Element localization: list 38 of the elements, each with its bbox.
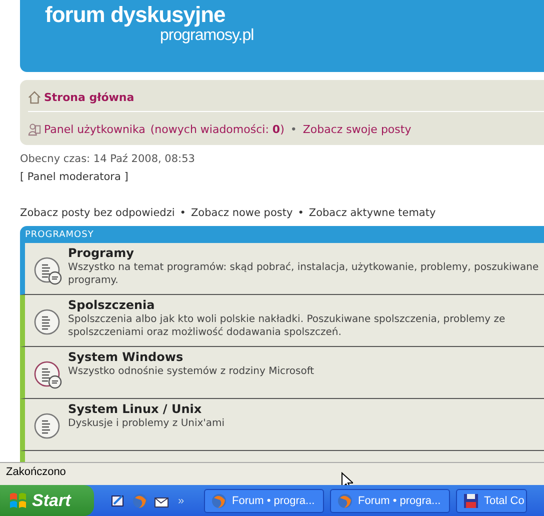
forum-row[interactable]: Programy Wszystko na temat programów: skąd pobrać, instalacja, użytkowanie, problemy, poszukiwane programy.	[20, 243, 544, 295]
forum-description: Wszystko odnośnie systemów z rodziny Microsoft	[68, 365, 316, 378]
quick-link[interactable]: Zobacz aktywne tematy	[308, 207, 436, 219]
forum-row[interactable]: Spolszczenia Spolszczenia albo jak kto woli polskie nakładki. Poszukiwane spolszczenia, problemy ze spolszczeniami oraz możliwość dodawania spolszczeń.	[20, 295, 544, 347]
forum-title: forum dyskusyjne	[45, 2, 226, 28]
desktop-icon[interactable]	[110, 492, 126, 508]
site-name: programosy.pl	[160, 27, 255, 45]
forum-description: Wszystko na temat programów: skąd pobrać, instalacja, użytkowanie, problemy, poszukiwane programy.	[68, 261, 540, 287]
forum-title[interactable]: System Windows	[68, 350, 544, 364]
windows-flag-icon	[8, 490, 28, 510]
forum-title[interactable]: Spolszczenia	[68, 298, 544, 312]
current-time: Obecny czas: 14 Paź 2008, 08:53	[20, 153, 196, 165]
own-posts-link[interactable]: Zobacz swoje posty	[302, 122, 412, 136]
separator-bullet: •	[298, 207, 304, 219]
start-button[interactable]: Start	[0, 485, 94, 516]
forum-row[interactable]: System Windows Wszystko odnośnie systemów z rodziny Microsoft	[20, 347, 544, 399]
status-text: Zakończono	[6, 466, 66, 478]
separator-bullet: •	[290, 122, 297, 136]
quick-link[interactable]: Zobacz nowe posty	[190, 207, 293, 219]
moderator-panel-link[interactable]: [ Panel moderatora ]	[20, 171, 128, 183]
browser-icon	[337, 492, 353, 508]
home-icon	[28, 90, 41, 104]
taskbar-button[interactable]: Total Co	[456, 488, 528, 512]
browser-icon	[211, 492, 227, 508]
forum-description: Spolszczenia albo jak kto woli polskie nakładki. Poszukiwane spolszczenia, problemy ze spolszczeniami oraz możliwość dodawania spolszczeń.	[68, 313, 506, 339]
forum-description: Dyskusje i problemy z Unix'ami	[68, 417, 226, 430]
category-title: PROGRAMOSY	[24, 229, 95, 242]
user-panel-link[interactable]: Panel użytkownika	[44, 122, 146, 136]
quick-link[interactable]: Zobacz posty bez odpowiedzi	[20, 207, 175, 219]
home-link[interactable]: Strona główna	[44, 90, 134, 104]
forum-title[interactable]: Programy	[68, 246, 544, 260]
forum-row[interactable]: System Linux / Unix Dyskusje i problemy z Unix'ami	[20, 399, 544, 451]
new-messages-link[interactable]: (nowych wiadomości: 0)	[150, 122, 284, 136]
taskbar-button[interactable]: Forum • progra...	[204, 488, 324, 512]
forum-title[interactable]: System Linux / Unix	[68, 402, 544, 416]
user-panel-icon	[28, 122, 41, 136]
separator-bullet: •	[180, 207, 186, 219]
taskbar-button[interactable]: Forum • progra...	[330, 488, 450, 512]
